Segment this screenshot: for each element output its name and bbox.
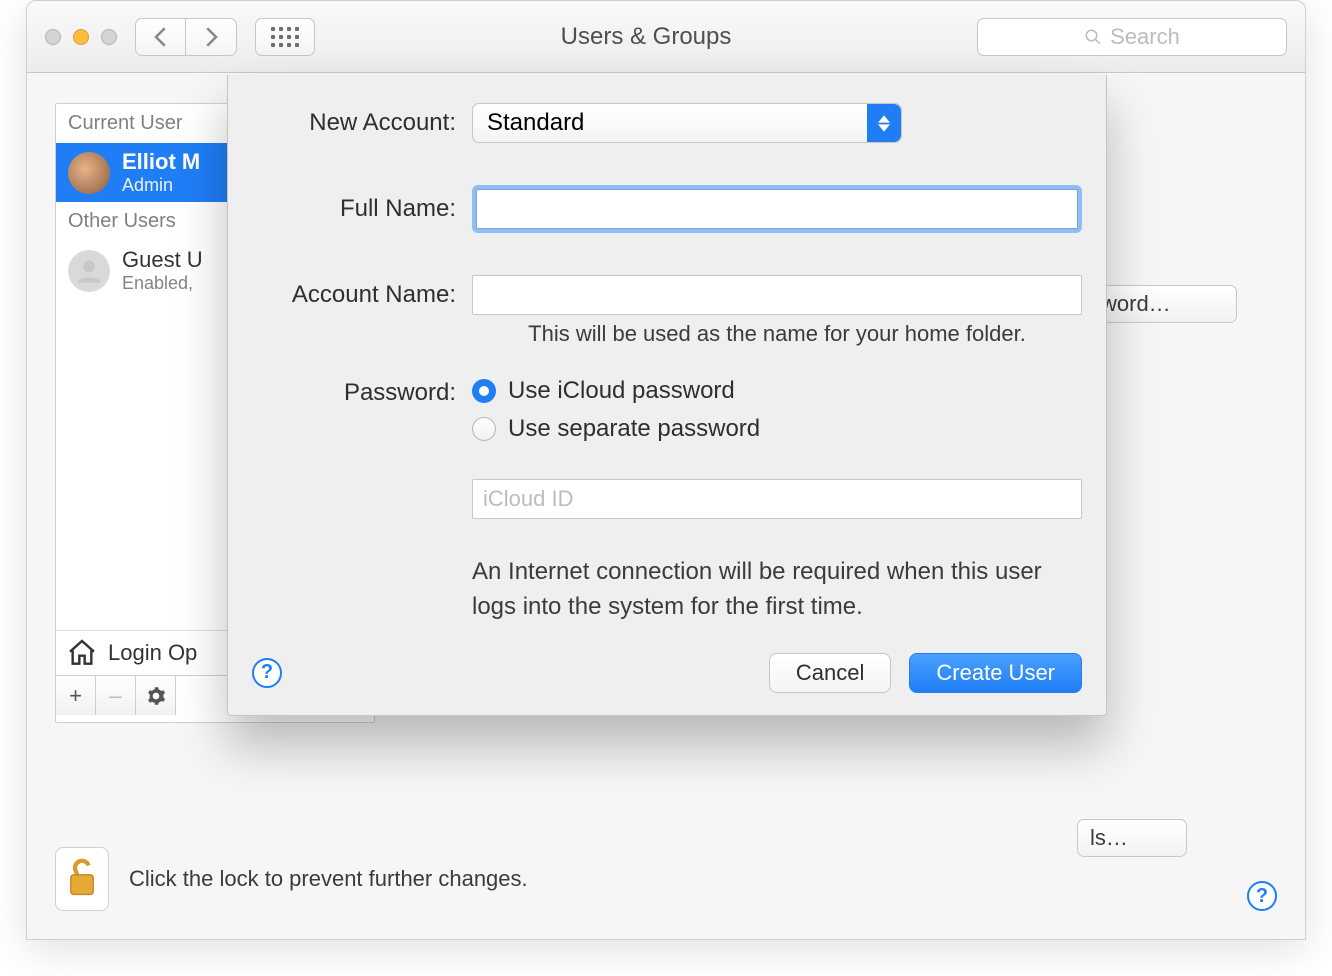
- radio-icon: [472, 379, 496, 403]
- window-title: Users & Groups: [333, 23, 959, 51]
- action-menu-button[interactable]: [136, 676, 176, 715]
- sheet-help-button[interactable]: ?: [252, 658, 282, 688]
- label-new-account: New Account:: [252, 109, 472, 137]
- login-items-button[interactable]: ls…: [1077, 819, 1187, 857]
- popup-arrows-icon: [867, 104, 901, 142]
- minimize-window-button[interactable]: [73, 29, 89, 45]
- user-role: Enabled,: [122, 273, 203, 294]
- label-account-name: Account Name:: [252, 281, 472, 309]
- new-account-popup[interactable]: Standard: [472, 103, 902, 143]
- lock-message: Click the lock to prevent further change…: [129, 866, 528, 892]
- close-window-button[interactable]: [45, 29, 61, 45]
- icloud-id-input[interactable]: [472, 479, 1082, 519]
- radio-icloud-password[interactable]: Use iCloud password: [472, 377, 1082, 405]
- lock-row: Click the lock to prevent further change…: [55, 847, 528, 911]
- forward-button[interactable]: [186, 19, 236, 55]
- minus-icon: –: [109, 683, 121, 709]
- full-name-input[interactable]: [476, 189, 1078, 229]
- label-full-name: Full Name:: [252, 195, 472, 223]
- unlocked-lock-icon: [65, 858, 99, 900]
- search-icon: [1084, 28, 1102, 46]
- zoom-window-button[interactable]: [101, 29, 117, 45]
- grid-icon: [271, 27, 299, 47]
- add-user-button[interactable]: +: [56, 676, 96, 715]
- search-field[interactable]: Search: [977, 18, 1287, 56]
- new-user-sheet: New Account: Standard Full Name: Account: [227, 75, 1107, 716]
- new-account-value: Standard: [487, 109, 584, 137]
- create-user-button[interactable]: Create User: [909, 653, 1082, 693]
- user-name: Guest U: [122, 247, 203, 273]
- radio-icon: [472, 417, 496, 441]
- nav-segment: [135, 18, 237, 56]
- help-button[interactable]: ?: [1247, 881, 1277, 911]
- login-options-label: Login Op: [108, 640, 197, 666]
- account-name-input[interactable]: [472, 275, 1082, 315]
- house-icon: [66, 637, 98, 669]
- back-button[interactable]: [136, 19, 186, 55]
- prefs-window: Users & Groups Search Current User Ellio…: [26, 0, 1306, 940]
- gear-icon: [146, 686, 166, 706]
- label-password: Password:: [252, 377, 472, 407]
- avatar: [68, 152, 110, 194]
- search-placeholder: Search: [1110, 24, 1180, 50]
- radio-separate-password[interactable]: Use separate password: [472, 415, 1082, 443]
- show-all-button[interactable]: [255, 18, 315, 56]
- lock-button[interactable]: [55, 847, 109, 911]
- account-name-hint: This will be used as the name for your h…: [472, 321, 1082, 347]
- avatar: [68, 250, 110, 292]
- radio-label: Use separate password: [508, 415, 760, 443]
- user-name: Elliot M: [122, 149, 200, 175]
- cancel-button[interactable]: Cancel: [769, 653, 891, 693]
- remove-user-button[interactable]: –: [96, 676, 136, 715]
- toolbar: Users & Groups Search: [27, 1, 1305, 73]
- internet-note: An Internet connection will be required …: [472, 555, 1082, 625]
- plus-icon: +: [69, 683, 82, 709]
- user-role: Admin: [122, 175, 200, 196]
- radio-label: Use iCloud password: [508, 377, 735, 405]
- window-controls: [45, 29, 117, 45]
